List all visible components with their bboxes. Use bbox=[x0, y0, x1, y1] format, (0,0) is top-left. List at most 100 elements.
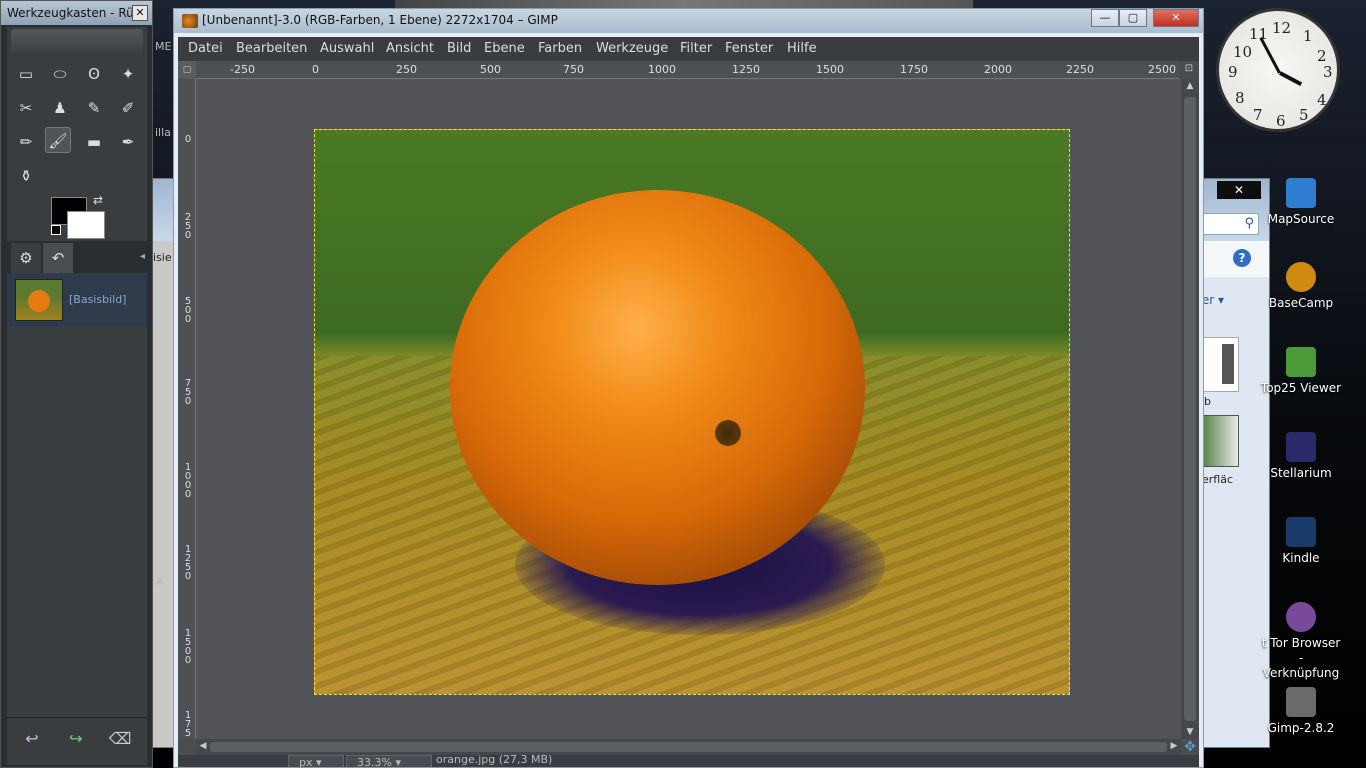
help-icon[interactable]: ? bbox=[1233, 249, 1251, 267]
explorer-close-button[interactable]: ✕ bbox=[1217, 181, 1261, 199]
vertical-ruler[interactable]: 0 250 500 750 1000 1250 1500 175 bbox=[178, 79, 196, 739]
menu-ebene[interactable]: Ebene bbox=[484, 41, 525, 56]
menu-bar: Datei Bearbeiten Auswahl Ansicht Bild Eb… bbox=[178, 37, 1199, 61]
ruler-label: 1250 bbox=[184, 544, 192, 582]
toolbox-body: ▭ ⬭ ʘ ✦ ✂ ♟ ✎ ✐ ✏ 🖌 ▬ ✒ ⚱ ⇄ ⚙ ↶ ◂ [Basis… bbox=[7, 27, 147, 765]
vertical-scroll-thumb[interactable] bbox=[1184, 97, 1196, 721]
scroll-left-icon[interactable]: ◀ bbox=[196, 741, 210, 751]
background-color-swatch[interactable] bbox=[67, 211, 105, 239]
image-view: ▢ -250 0 250 500 750 1000 1250 1500 1750… bbox=[178, 61, 1199, 767]
desktop-icon-label: t Tor Browser - Verknüpfung bbox=[1261, 636, 1341, 680]
desktop-icon-tor-browser[interactable]: t Tor Browser - Verknüpfung bbox=[1259, 602, 1343, 681]
close-button[interactable]: ✕ bbox=[1153, 9, 1199, 27]
menu-filter[interactable]: Filter bbox=[680, 41, 712, 56]
scroll-up-icon[interactable]: ▲ bbox=[1183, 81, 1197, 91]
desktop-icon-label: Stellarium bbox=[1270, 466, 1332, 480]
menu-farben[interactable]: Farben bbox=[538, 41, 582, 56]
menu-hilfe[interactable]: Hilfe bbox=[787, 41, 817, 56]
foreground-select-icon[interactable]: ♟ bbox=[47, 95, 73, 121]
gimp-image-window[interactable]: [Unbenannt]-3.0 (RGB-Farben, 1 Ebene) 22… bbox=[173, 8, 1204, 768]
ruler-label: 0 bbox=[184, 134, 192, 145]
ruler-label: 750 bbox=[563, 63, 584, 76]
swap-colors-icon[interactable]: ⇄ bbox=[93, 193, 103, 207]
top25-viewer-icon bbox=[1286, 347, 1316, 377]
paths-icon[interactable]: ✎ bbox=[81, 95, 107, 121]
desktop-icon-kindle[interactable]: Kindle bbox=[1259, 517, 1343, 566]
tool-options-tab-icon[interactable]: ⚙ bbox=[11, 243, 41, 273]
undo-icon[interactable]: ↩ bbox=[19, 726, 45, 752]
desktop-icon-mapsource[interactable]: MapSource bbox=[1259, 178, 1343, 227]
toolbox-close-button[interactable]: ✕ bbox=[132, 5, 148, 21]
quick-mask-toggle[interactable]: ▢ bbox=[178, 61, 196, 79]
clear-history-icon[interactable]: ⌫ bbox=[107, 726, 133, 752]
desktop-icon-label: BaseCamp bbox=[1268, 296, 1334, 310]
zoom-fit-icon[interactable]: ⊡ bbox=[1183, 63, 1195, 75]
explorer-search-input[interactable]: ⚲ bbox=[1199, 213, 1259, 235]
vertical-scrollbar[interactable]: ▲ ▼ bbox=[1181, 79, 1199, 739]
horizontal-ruler[interactable]: -250 0 250 500 750 1000 1250 1500 1750 2… bbox=[196, 61, 1179, 79]
desktop-icon-gimp[interactable]: Gimp-2.8.2 bbox=[1259, 687, 1343, 736]
unit-select[interactable]: px ▾ bbox=[288, 755, 344, 767]
horizontal-scroll-thumb[interactable] bbox=[210, 742, 1167, 752]
paintbrush-icon[interactable]: 🖌 bbox=[45, 127, 71, 153]
fuzzy-select-icon[interactable]: ✦ bbox=[115, 61, 141, 87]
orange-photo[interactable] bbox=[314, 129, 1070, 695]
status-bar: px ▾ 33.3% ▾ orange.jpg (27,3 MB) bbox=[178, 755, 1199, 767]
free-select-icon[interactable]: ʘ bbox=[81, 61, 107, 87]
zoom-select[interactable]: 33.3% ▾ bbox=[346, 755, 432, 767]
scissors-icon[interactable]: ✂ bbox=[13, 95, 39, 121]
ruler-label: 2500 bbox=[1148, 63, 1176, 76]
search-icon: ⚲ bbox=[1244, 216, 1254, 231]
background-text-fragment: ME bbox=[155, 40, 172, 53]
tor-browser-icon bbox=[1286, 602, 1316, 632]
file-thumbnail[interactable] bbox=[1199, 337, 1239, 392]
layer-row[interactable]: [Basisbild] bbox=[7, 273, 147, 327]
ruler-label: 500 bbox=[184, 296, 192, 325]
pencil-icon[interactable]: ✏ bbox=[13, 129, 39, 155]
stellarium-icon bbox=[1286, 432, 1316, 462]
redo-icon[interactable]: ↪ bbox=[63, 726, 89, 752]
horizontal-scrollbar[interactable]: ◀ ▶ bbox=[196, 739, 1181, 755]
desktop-icon-stellarium[interactable]: Stellarium bbox=[1259, 432, 1343, 481]
minimize-button[interactable]: — bbox=[1091, 9, 1119, 27]
explorer-view-button[interactable]: er ▾ bbox=[1202, 293, 1224, 307]
desktop-icon-top25-viewer[interactable]: Top25 Viewer bbox=[1259, 347, 1343, 396]
menu-datei[interactable]: Datei bbox=[188, 41, 223, 56]
eraser-icon[interactable]: ▬ bbox=[81, 129, 107, 155]
image-canvas[interactable] bbox=[196, 79, 1181, 739]
color-picker-icon[interactable]: ✐ bbox=[115, 95, 141, 121]
airbrush-icon[interactable]: ✒ bbox=[115, 129, 141, 155]
reset-colors-icon[interactable] bbox=[51, 225, 61, 235]
desktop-wallpaper-strip bbox=[395, 0, 973, 8]
ink-icon[interactable]: ⚱ bbox=[13, 163, 39, 189]
clock-number: 6 bbox=[1276, 112, 1286, 130]
menu-fenster[interactable]: Fenster bbox=[725, 41, 773, 56]
unit-value: px bbox=[299, 756, 313, 767]
maximize-button[interactable]: ▢ bbox=[1119, 9, 1147, 27]
menu-ansicht[interactable]: Ansicht bbox=[386, 41, 434, 56]
clock-minute-hand bbox=[1259, 36, 1281, 74]
gimp-app-icon bbox=[182, 14, 198, 28]
clock-gadget[interactable]: 12 1 2 3 4 5 6 7 8 9 10 11 bbox=[1216, 8, 1340, 132]
scroll-down-icon[interactable]: ▼ bbox=[1183, 727, 1197, 737]
toolbox-window[interactable]: Werkzeugkasten - Rü... ✕ ▭ ⬭ ʘ ✦ ✂ ♟ ✎ ✐… bbox=[0, 0, 153, 768]
clock-number: 5 bbox=[1299, 106, 1309, 124]
undo-history-tab-icon[interactable]: ↶ bbox=[43, 243, 73, 273]
dock-menu-icon[interactable]: ◂ bbox=[140, 251, 145, 262]
navigate-icon[interactable]: ✥ bbox=[1181, 739, 1199, 755]
ruler-label: 1000 bbox=[184, 462, 192, 500]
ruler-label: 1500 bbox=[184, 628, 192, 666]
ellipse-select-icon[interactable]: ⬭ bbox=[47, 61, 73, 87]
menu-bild[interactable]: Bild bbox=[447, 41, 471, 56]
scroll-right-icon[interactable]: ▶ bbox=[1167, 741, 1181, 751]
desktop-icon-basecamp[interactable]: BaseCamp bbox=[1259, 262, 1343, 311]
menu-bearbeiten[interactable]: Bearbeiten bbox=[236, 41, 307, 56]
ruler-label: 1000 bbox=[648, 63, 676, 76]
orange-navel bbox=[715, 420, 741, 446]
menu-werkzeuge[interactable]: Werkzeuge bbox=[596, 41, 668, 56]
mapsource-icon bbox=[1286, 178, 1316, 208]
menu-auswahl[interactable]: Auswahl bbox=[320, 41, 374, 56]
ruler-label: 2000 bbox=[984, 63, 1012, 76]
file-thumbnail[interactable] bbox=[1199, 415, 1239, 467]
rect-select-icon[interactable]: ▭ bbox=[13, 61, 39, 87]
